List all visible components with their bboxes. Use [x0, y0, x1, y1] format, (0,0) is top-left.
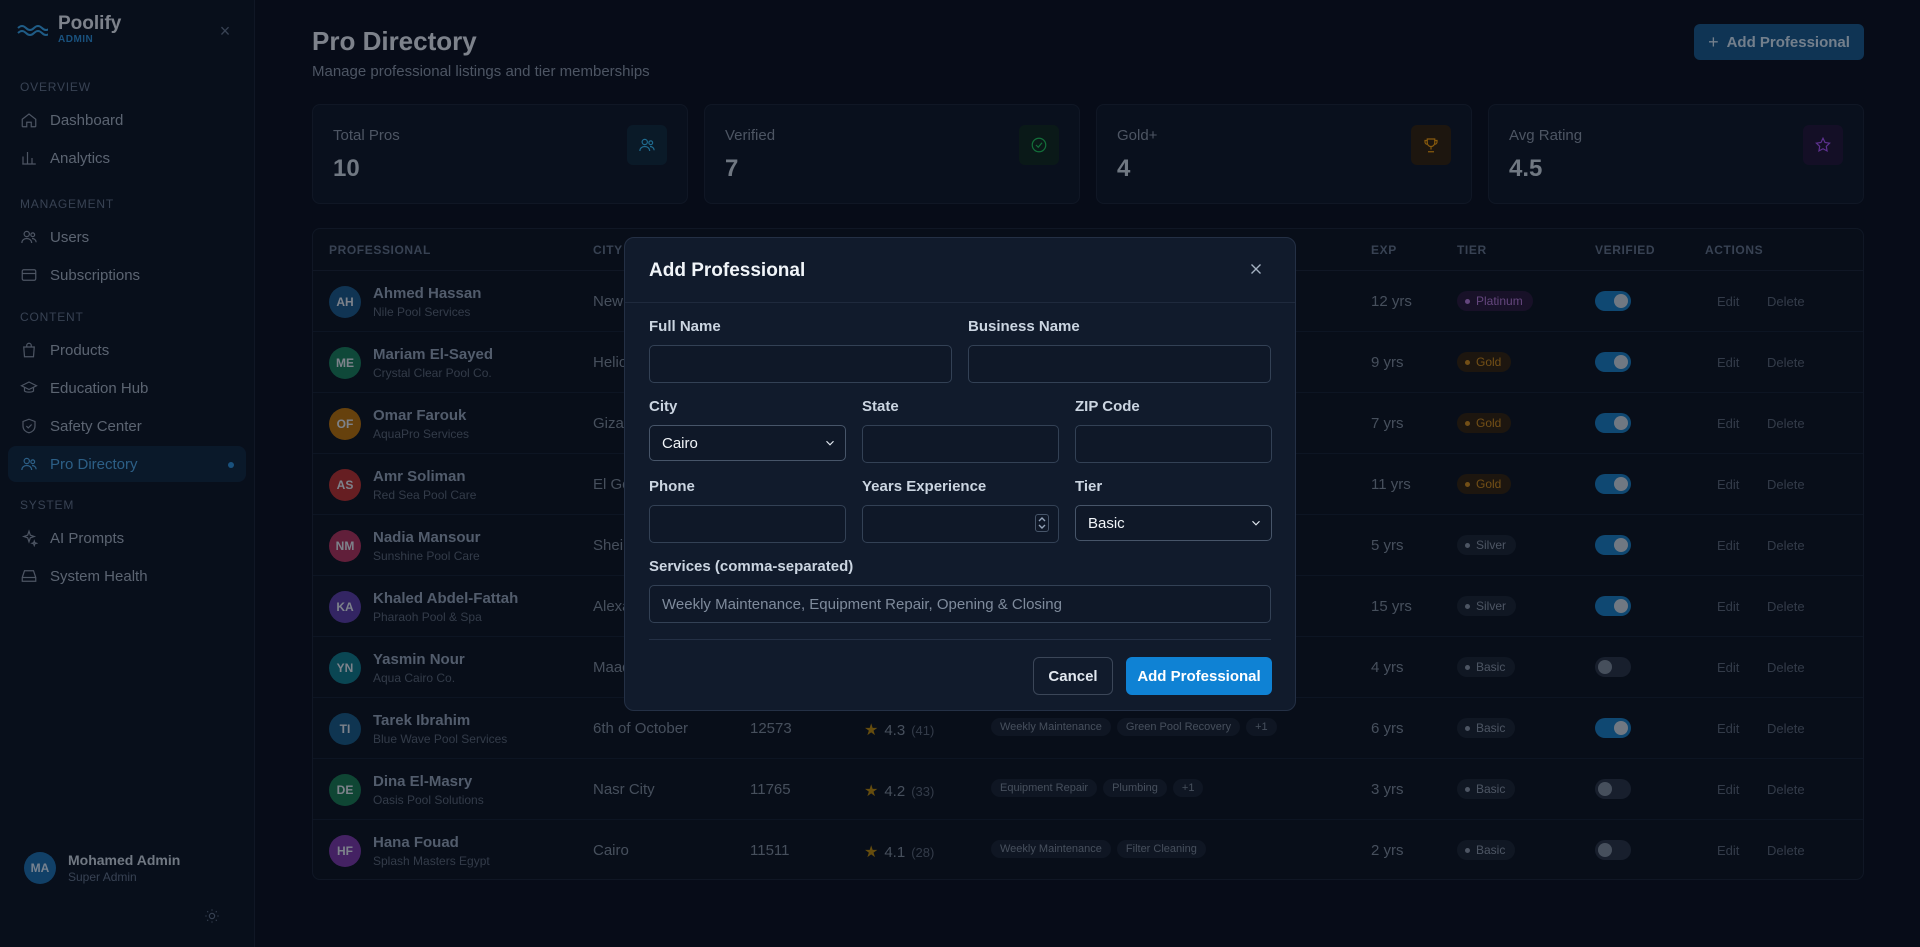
cancel-button[interactable]: Cancel	[1033, 657, 1113, 695]
tier-label: Tier	[1075, 478, 1103, 495]
stepper-icon[interactable]	[1035, 514, 1049, 532]
chevron-down-icon	[1249, 516, 1263, 530]
add-professional-modal: Add Professional Full Name Business Name…	[624, 237, 1296, 711]
close-icon[interactable]	[1247, 260, 1269, 282]
full-name-label: Full Name	[649, 318, 721, 335]
business-name-input[interactable]	[968, 345, 1271, 383]
chevron-down-icon	[823, 436, 837, 450]
modal-title: Add Professional	[649, 260, 806, 281]
city-select[interactable]: Cairo	[649, 425, 846, 461]
years-experience-label: Years Experience	[862, 478, 987, 495]
city-label: City	[649, 398, 678, 415]
services-label: Services (comma-separated)	[649, 558, 854, 575]
state-label: State	[862, 398, 899, 415]
modal-divider	[625, 302, 1295, 303]
submit-add-professional-button[interactable]: Add Professional	[1126, 657, 1272, 695]
phone-label: Phone	[649, 478, 695, 495]
zip-code-input[interactable]	[1075, 425, 1272, 463]
years-experience-input[interactable]	[862, 505, 1059, 543]
years-experience-field	[862, 505, 1059, 543]
modal-footer-divider	[649, 639, 1271, 640]
zip-code-label: ZIP Code	[1075, 398, 1140, 415]
tier-select-value: Basic	[1088, 514, 1125, 532]
city-select-value: Cairo	[662, 434, 698, 452]
business-name-label: Business Name	[968, 318, 1080, 335]
full-name-input[interactable]	[649, 345, 952, 383]
services-input[interactable]	[649, 585, 1271, 623]
tier-select[interactable]: Basic	[1075, 505, 1272, 541]
state-input[interactable]	[862, 425, 1059, 463]
phone-input[interactable]	[649, 505, 846, 543]
